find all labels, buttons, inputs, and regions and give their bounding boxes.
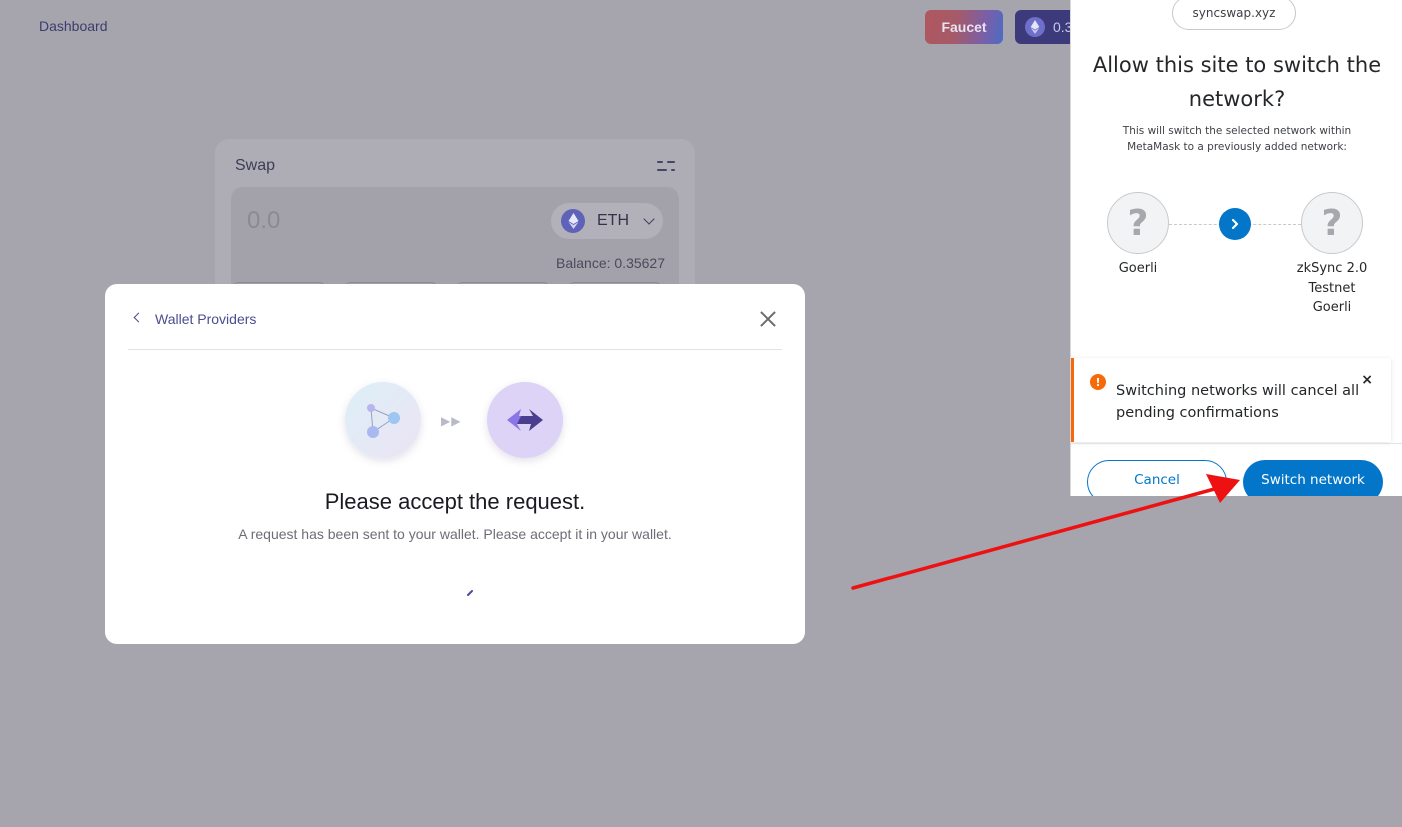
swap-amount-input[interactable]: 0.0 [247,207,280,235]
chevron-left-icon[interactable] [133,312,144,323]
wallet-request-modal: Wallet Providers ▶▶ Please accept the re… [105,284,805,644]
walletconnect-network-icon [345,382,421,458]
network-switch-warning: ! Switching networks will cancel all pen… [1071,358,1391,442]
site-origin-pill: syncswap.xyz [1172,0,1296,30]
switch-network-title: Allow this site to switch the network? [1092,53,1382,111]
to-network-icon: ? [1301,192,1363,254]
metamask-popup: syncswap.xyz Allow this site to switch t… [1070,0,1402,496]
to-network-label: zkSync 2.0 Testnet Goerli [1296,261,1368,315]
switch-network-button[interactable]: Switch network [1243,460,1383,496]
request-title: Please accept the request. [324,489,586,514]
warning-icon: ! [1090,374,1106,390]
token-balance: Balance: 0.35627 [556,255,665,271]
eth-icon [561,209,585,233]
faucet-button[interactable]: Faucet [925,10,1003,44]
from-network-icon: ? [1107,192,1169,254]
syncswap-logo-icon [487,382,563,458]
chevron-down-icon [643,213,655,225]
from-network-label: Goerli [1118,261,1158,276]
switch-network-label: Switch network [1261,472,1365,488]
close-icon[interactable] [759,310,777,328]
eth-icon [1025,17,1045,37]
loading-spinner-icon [467,590,473,596]
swap-title: Swap [235,157,276,174]
warning-text: Switching networks will cancel all pendi… [1116,383,1360,421]
token-selector[interactable]: ETH [551,203,663,239]
cancel-label: Cancel [1134,472,1180,488]
close-icon[interactable]: × [1361,372,1373,388]
divider [128,349,782,350]
cancel-button[interactable]: Cancel [1087,460,1227,496]
transfer-arrows-icon: ▶▶ [441,414,462,428]
switch-network-description: This will switch the selected network wi… [1122,125,1352,153]
divider [1071,443,1402,444]
nav-dashboard-link[interactable]: Dashboard [39,18,108,34]
wallet-providers-back-link[interactable]: Wallet Providers [155,311,256,327]
settings-sliders-icon[interactable] [657,159,675,173]
chevron-right-icon [1219,208,1251,240]
token-symbol: ETH [597,212,629,229]
swap-input-panel: 0.0 ETH Balance: 0.35627 [231,187,679,297]
request-description: A request has been sent to your wallet. … [238,526,672,542]
